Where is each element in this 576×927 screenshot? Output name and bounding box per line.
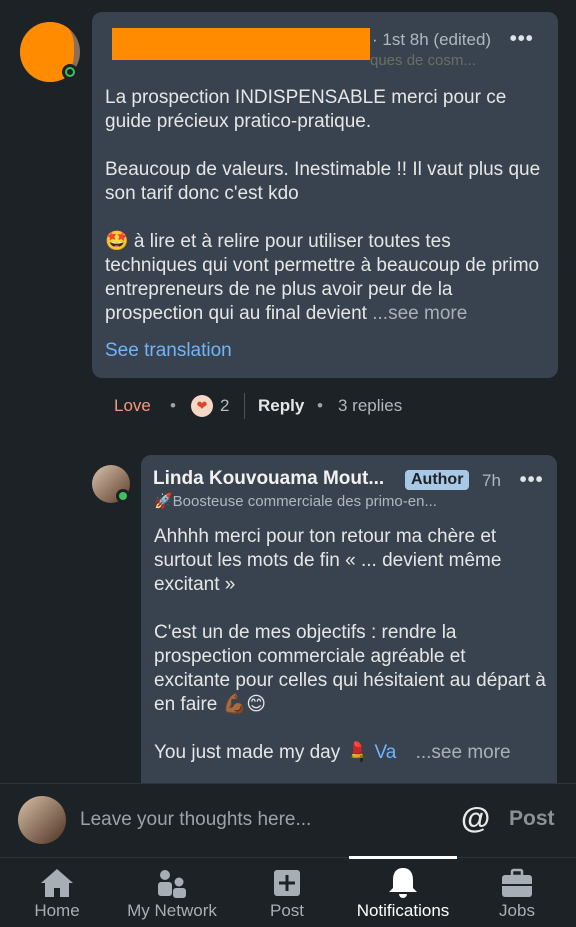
inline-link[interactable]: Va	[374, 742, 396, 763]
separator-dot: •	[317, 396, 323, 415]
home-icon	[18, 863, 96, 903]
author-headline: 🚀Boosteuse commerciale des primo-en...	[154, 493, 437, 510]
comment-meta: · 1st 8h (edited) •••	[372, 28, 534, 50]
author-badge: Author	[405, 470, 470, 490]
reply-more-icon[interactable]: •••	[520, 469, 544, 491]
online-status-icon	[116, 489, 130, 503]
post-icon	[248, 863, 326, 903]
mention-icon[interactable]: @	[461, 802, 490, 836]
post-comment-button[interactable]: Post	[509, 807, 555, 831]
comment-body: La prospection INDISPENSABLE merci pour …	[105, 86, 545, 326]
comment-more-icon[interactable]: •••	[510, 28, 534, 50]
love-reaction-button[interactable]: Love	[114, 396, 151, 416]
tab-jobs[interactable]: Jobs	[478, 857, 556, 926]
reply-paragraph: C'est un de mes objectifs : rendre la pr…	[154, 622, 546, 715]
separator-dot: •	[170, 396, 176, 415]
author-name[interactable]: Linda Kouvouama Mout...	[153, 468, 384, 490]
comment-paragraph: 🤩 à lire et à relire pour utiliser toute…	[105, 231, 540, 324]
tab-home[interactable]: Home	[18, 857, 96, 926]
comment-paragraph: Beaucoup de valeurs. Inestimable !! Il v…	[105, 159, 541, 204]
reply-body: Ahhhh merci pour ton retour ma chère et …	[154, 525, 546, 765]
comment-paragraph: La prospection INDISPENSABLE merci pour …	[105, 87, 507, 132]
reply-paragraph: Ahhhh merci pour ton retour ma chère et …	[154, 526, 502, 595]
reaction-count[interactable]: 2	[220, 396, 229, 416]
tab-notifications[interactable]: Notifications	[344, 857, 462, 926]
tab-post[interactable]: Post	[248, 857, 326, 926]
heart-icon[interactable]: ❤	[191, 395, 213, 417]
reply-meta: 7h •••	[482, 469, 544, 491]
network-icon	[112, 863, 232, 903]
commenter-headline: ques de cosm...	[370, 52, 476, 69]
reply-paragraph: You just made my day 💄 Va ...see more	[154, 742, 511, 763]
tab-my-network[interactable]: My Network	[112, 857, 232, 926]
reply-button[interactable]: Reply	[258, 396, 304, 416]
see-translation-link[interactable]: See translation	[105, 340, 232, 362]
replies-link[interactable]: 3 replies	[338, 396, 402, 416]
divider	[244, 393, 245, 419]
comment-input[interactable]: Leave your thoughts here...	[80, 809, 311, 831]
bell-icon	[344, 863, 462, 903]
online-status-icon	[62, 64, 78, 80]
see-more-link[interactable]: ...see more	[372, 303, 467, 324]
briefcase-icon	[478, 863, 556, 903]
current-user-avatar	[18, 796, 66, 844]
see-more-link[interactable]: ...see more	[416, 742, 511, 763]
